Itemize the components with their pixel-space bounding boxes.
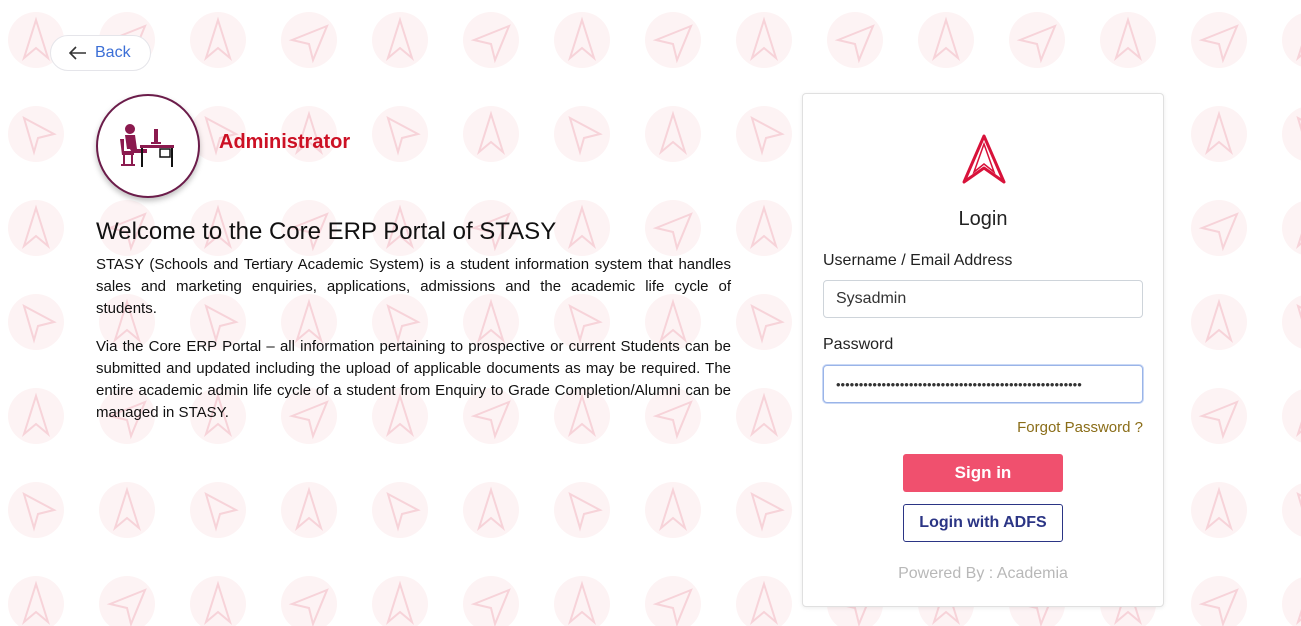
back-button[interactable]: Back [50, 35, 151, 71]
sign-in-button[interactable]: Sign in [903, 454, 1063, 492]
academia-logo-icon [962, 134, 1006, 184]
forgot-password-link[interactable]: Forgot Password ? [1017, 419, 1143, 436]
password-input[interactable] [823, 365, 1143, 403]
welcome-paragraph-1: STASY (Schools and Tertiary Academic Sys… [96, 256, 731, 317]
welcome-heading: Welcome to the Core ERP Portal of STASY [96, 218, 557, 245]
username-input[interactable] [823, 280, 1143, 318]
login-adfs-button[interactable]: Login with ADFS [903, 504, 1063, 542]
username-label: Username / Email Address [823, 252, 1013, 269]
admin-desk-icon [120, 124, 174, 167]
role-avatar [96, 94, 200, 198]
login-card: Login Username / Email Address Password … [802, 93, 1164, 607]
password-label: Password [823, 336, 894, 353]
role-title: Administrator [219, 131, 351, 153]
welcome-paragraph-2: Via the Core ERP Portal – all informatio… [96, 338, 731, 421]
arrow-left-icon [69, 46, 86, 60]
login-title: Login [958, 208, 1008, 230]
back-label: Back [95, 44, 131, 61]
powered-by-text: Powered By : Academia [898, 565, 1068, 582]
